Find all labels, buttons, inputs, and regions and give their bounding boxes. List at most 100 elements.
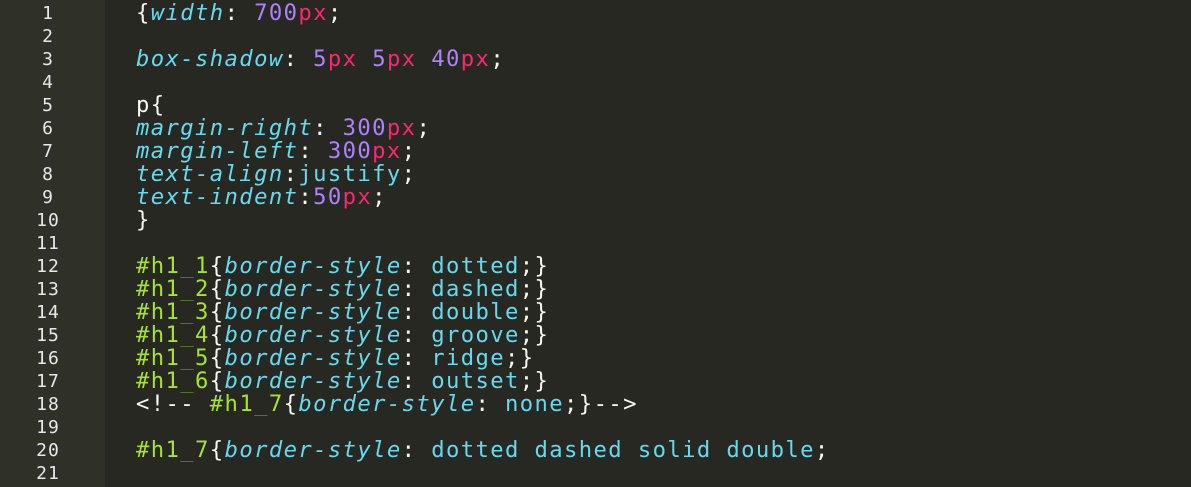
code-token: ;} xyxy=(519,301,550,324)
code-token: : xyxy=(224,2,255,25)
line-content[interactable]: #h1_4{border-style: groove;} xyxy=(96,324,1191,347)
code-token: : xyxy=(401,370,432,393)
line-content[interactable] xyxy=(96,71,1191,94)
code-token: : xyxy=(401,347,432,370)
code-line[interactable]: 8 text-align:justify; xyxy=(0,163,1191,186)
line-number: 6 xyxy=(42,118,54,139)
line-content[interactable]: #h1_2{border-style: dashed;} xyxy=(96,278,1191,301)
code-token: width xyxy=(150,2,225,25)
line-content[interactable]: #h1_3{border-style: double;} xyxy=(96,301,1191,324)
code-line[interactable]: 21 xyxy=(0,462,1191,485)
code-line[interactable]: 12 #h1_1{border-style: dotted;} xyxy=(0,255,1191,278)
code-line[interactable]: 6 margin-right: 300px; xyxy=(0,117,1191,140)
line-content[interactable]: box-shadow: 5px 5px 40px; xyxy=(96,48,1191,71)
line-number: 8 xyxy=(42,164,54,185)
code-line[interactable]: 18 <!-- #h1_7{border-style: none;}--> xyxy=(0,393,1191,416)
line-number: 15 xyxy=(36,325,60,346)
line-content[interactable]: text-indent:50px; xyxy=(96,186,1191,209)
line-content[interactable]: {width: 700px; xyxy=(96,2,1191,25)
code-token: border-style xyxy=(224,370,402,393)
code-token: px xyxy=(298,2,328,25)
line-number: 21 xyxy=(36,463,60,484)
code-line[interactable]: 14 #h1_3{border-style: double;} xyxy=(0,301,1191,324)
line-number: 17 xyxy=(36,371,60,392)
code-token: border-style xyxy=(224,278,402,301)
code-editor[interactable]: 1 {width: 700px; 2 3 box-shadow: 5px 5px 40p… xyxy=(0,0,1191,487)
code-line[interactable]: 5 p{ xyxy=(0,94,1191,117)
code-line[interactable]: 2 xyxy=(0,25,1191,48)
line-content[interactable]: #h1_6{border-style: outset;} xyxy=(96,370,1191,393)
code-line[interactable]: 9 text-indent:50px; xyxy=(0,186,1191,209)
code-line[interactable]: 19 xyxy=(0,416,1191,439)
line-content[interactable]: text-align:justify; xyxy=(96,163,1191,186)
code-token: px xyxy=(386,48,417,71)
code-token: ; xyxy=(490,48,506,71)
line-number: 11 xyxy=(36,233,60,254)
code-token: ;} xyxy=(505,347,535,370)
code-line[interactable]: 7 margin-left: 300px; xyxy=(0,140,1191,163)
code-token: : xyxy=(475,393,505,416)
code-token: px xyxy=(372,140,402,163)
code-token: ; xyxy=(401,140,417,163)
code-token: : xyxy=(401,301,432,324)
code-token: { xyxy=(209,278,225,301)
code-token: none xyxy=(505,393,565,416)
code-token: ; xyxy=(401,163,417,186)
code-token: ; xyxy=(416,117,432,140)
code-line[interactable]: 3 box-shadow: 5px 5px 40px; xyxy=(0,48,1191,71)
line-number: 18 xyxy=(36,394,60,415)
line-number: 1 xyxy=(42,3,54,24)
code-line[interactable]: 15 #h1_4{border-style: groove;} xyxy=(0,324,1191,347)
line-content[interactable]: margin-right: 300px; xyxy=(96,117,1191,140)
code-line[interactable]: 4 xyxy=(0,71,1191,94)
code-token: ;} xyxy=(519,255,550,278)
line-content[interactable]: <!-- #h1_7{border-style: none;}--> xyxy=(96,393,1191,416)
code-token: justify xyxy=(298,163,402,186)
line-content[interactable] xyxy=(96,462,1191,485)
line-content[interactable]: #h1_7{border-style: dotted dashed solid … xyxy=(96,439,1191,462)
line-content[interactable]: #h1_5{border-style: ridge;} xyxy=(96,347,1191,370)
code-token: border-style xyxy=(224,301,402,324)
code-token: ; xyxy=(327,2,343,25)
line-content[interactable] xyxy=(96,25,1191,48)
code-line[interactable]: 10} xyxy=(0,209,1191,232)
code-token: ;} xyxy=(519,278,550,301)
code-line[interactable]: 20 #h1_7{border-style: dotted dashed soli… xyxy=(0,439,1191,462)
line-content[interactable]: } xyxy=(96,209,1191,232)
code-token: ;} xyxy=(564,393,594,416)
code-token: #h1_1 xyxy=(136,255,210,278)
code-line[interactable]: 13 #h1_2{border-style: dashed;} xyxy=(0,278,1191,301)
code-line[interactable]: 16 #h1_5{border-style: ridge;} xyxy=(0,347,1191,370)
code-token: <!-- xyxy=(136,393,210,416)
line-number: 7 xyxy=(42,141,54,162)
line-content[interactable]: margin-left: 300px; xyxy=(96,140,1191,163)
line-content[interactable] xyxy=(96,416,1191,439)
code-token: groove xyxy=(431,324,520,347)
code-token: border-style xyxy=(298,393,476,416)
code-token: { xyxy=(136,2,151,25)
line-content[interactable] xyxy=(96,232,1191,255)
code-token: p xyxy=(136,94,151,117)
code-token: box-shadow xyxy=(136,48,284,71)
code-token: { xyxy=(209,370,225,393)
code-line[interactable]: 11 xyxy=(0,232,1191,255)
code-token: : xyxy=(298,140,328,163)
code-token: { xyxy=(209,324,225,347)
line-number: 3 xyxy=(42,49,54,70)
line-number: 2 xyxy=(42,26,54,47)
code-token: double xyxy=(431,301,520,324)
code-line[interactable]: 17 #h1_6{border-style: outset;} xyxy=(0,370,1191,393)
line-content[interactable]: #h1_1{border-style: dotted;} xyxy=(96,255,1191,278)
code-token: px xyxy=(386,117,417,140)
code-token: ; xyxy=(814,439,830,462)
line-number: 16 xyxy=(36,348,60,369)
code-token: border-style xyxy=(224,347,402,370)
code-area[interactable]: 1 {width: 700px; 2 3 box-shadow: 5px 5px 40p… xyxy=(0,2,1191,485)
code-token: dashed xyxy=(431,278,520,301)
code-token: : xyxy=(401,439,432,462)
code-token: 5 xyxy=(313,48,328,71)
line-content[interactable]: p{ xyxy=(96,94,1191,117)
code-line[interactable]: 1 {width: 700px; xyxy=(0,2,1191,25)
code-token: 300 xyxy=(327,140,373,163)
